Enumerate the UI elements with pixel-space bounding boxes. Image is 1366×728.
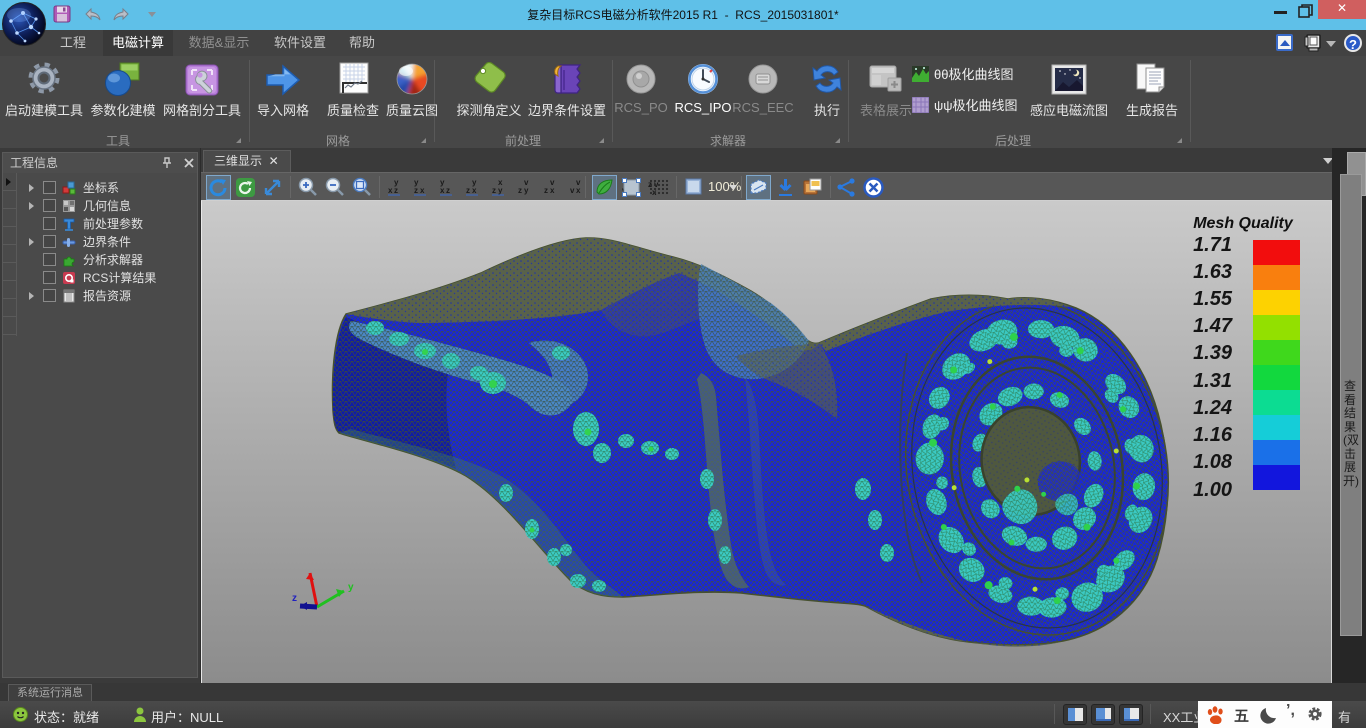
- svg-text:y: y: [498, 186, 503, 195]
- svg-text:z: z: [414, 186, 418, 195]
- svg-text:x: x: [388, 186, 393, 195]
- svg-text:x: x: [472, 186, 477, 195]
- svg-text:z: z: [492, 186, 496, 195]
- svg-text:x: x: [420, 186, 425, 195]
- svg-text:y: y: [394, 178, 399, 187]
- svg-text:x: x: [576, 186, 581, 195]
- svg-text:y: y: [440, 178, 445, 187]
- svg-text:z: z: [446, 186, 450, 195]
- svg-text:y: y: [472, 178, 477, 187]
- svg-text:v: v: [550, 178, 555, 187]
- svg-text:v: v: [570, 186, 575, 195]
- svg-text:z: z: [394, 186, 398, 195]
- svg-text:y: y: [524, 186, 529, 195]
- svg-text:x: x: [440, 186, 445, 195]
- svg-text:y: y: [414, 178, 419, 187]
- svg-text:v: v: [576, 178, 581, 187]
- svg-text:z: z: [292, 593, 297, 604]
- svg-text:x: x: [550, 186, 555, 195]
- svg-text:z: z: [518, 186, 522, 195]
- svg-text:y: y: [348, 582, 354, 593]
- svg-text:z: z: [544, 186, 548, 195]
- svg-text:v: v: [524, 178, 529, 187]
- svg-text:z: z: [466, 186, 470, 195]
- svg-text:x: x: [498, 178, 503, 187]
